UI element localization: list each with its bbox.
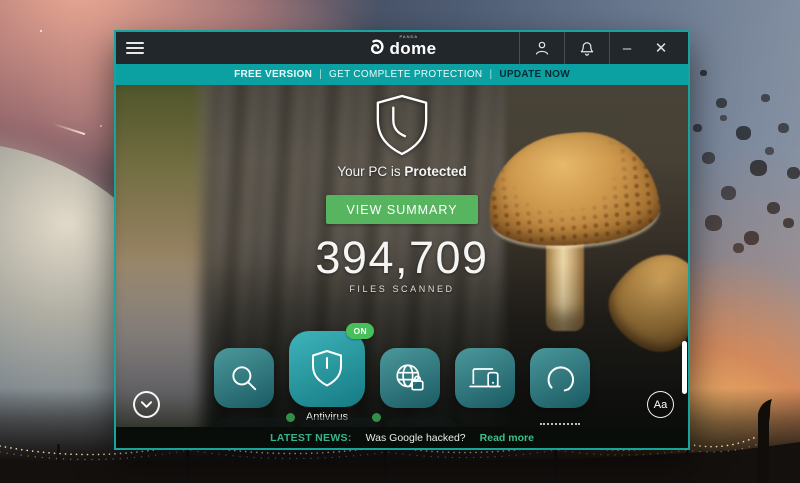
titlebar: PANDAdome – ✕	[116, 32, 688, 64]
magnifier-icon	[228, 362, 260, 394]
panda-swirl-icon	[368, 39, 385, 56]
chevron-down-icon	[140, 400, 153, 409]
shield-icon	[373, 93, 431, 157]
minimize-button[interactable]: –	[610, 40, 644, 57]
latest-news-bar: LATEST NEWS: Was Google hacked? Read mor…	[116, 427, 688, 448]
devices-icon	[468, 361, 502, 395]
shield-power-icon	[307, 348, 347, 390]
hidden-tile-top	[302, 417, 378, 427]
upgrade-banner[interactable]: FREE VERSION | GET COMPLETE PROTECTION |…	[116, 64, 688, 85]
globe-lock-icon	[393, 361, 427, 395]
app-title: PANDAdome	[390, 40, 437, 57]
window-controls: – ✕	[610, 32, 678, 64]
headset-icon	[543, 361, 577, 395]
main-content: Your PC is Protected VIEW SUMMARY 394,70…	[116, 85, 688, 427]
status-text: Your PC is Protected	[337, 164, 466, 179]
menu-hamburger-icon[interactable]	[126, 42, 144, 54]
on-dot	[286, 413, 295, 422]
news-headline: Was Google hacked?	[366, 432, 466, 444]
tile-my-devices[interactable]	[455, 348, 515, 408]
desktop-wallpaper: PANDAdome – ✕	[0, 0, 800, 483]
banner-promo-text: GET COMPLETE PROTECTION	[329, 69, 482, 80]
status-prefix: Your PC is	[337, 164, 404, 179]
brand-micro-text: PANDA	[400, 35, 418, 39]
hidden-tile-top	[386, 417, 456, 427]
notifications-button[interactable]	[565, 32, 609, 64]
tile-web-protection[interactable]	[380, 348, 440, 408]
banner-separator: |	[319, 69, 322, 80]
bell-icon	[578, 39, 596, 57]
titlebar-actions: – ✕	[519, 32, 678, 64]
files-scanned-label: FILES SCANNED	[349, 284, 454, 294]
feature-tile-row: ON Antivirus	[214, 331, 590, 423]
banner-free-version: FREE VERSION	[234, 69, 312, 80]
on-dot	[372, 413, 381, 422]
tile-antivirus[interactable]: ON	[289, 331, 365, 407]
tile-scan[interactable]	[214, 348, 274, 408]
next-row-tile-hints	[116, 413, 688, 427]
close-button[interactable]: ✕	[644, 39, 678, 57]
status-state: Protected	[404, 164, 466, 179]
update-now-link[interactable]: UPDATE NOW	[499, 69, 570, 80]
on-badge: ON	[346, 323, 374, 339]
hidden-tile-top	[216, 417, 292, 427]
scrollbar-thumb[interactable]	[682, 341, 687, 394]
banner-separator: |	[489, 69, 492, 80]
hidden-tile-dashed-top	[540, 423, 580, 425]
app-logo: PANDAdome	[368, 39, 437, 57]
account-button[interactable]	[520, 32, 564, 64]
text-size-button[interactable]: Aa	[647, 391, 674, 418]
latest-news-label: LATEST NEWS:	[270, 432, 352, 444]
view-summary-button[interactable]: VIEW SUMMARY	[326, 195, 478, 224]
scroll-down-button[interactable]	[133, 391, 160, 418]
protection-status-panel: Your PC is Protected VIEW SUMMARY 394,70…	[116, 85, 688, 294]
files-scanned-count: 394,709	[315, 233, 488, 283]
tile-support[interactable]	[530, 348, 590, 408]
read-more-link[interactable]: Read more	[480, 432, 534, 444]
tile-antivirus-wrap: ON Antivirus	[289, 331, 365, 423]
user-icon	[533, 39, 551, 57]
panda-dome-window: PANDAdome – ✕	[114, 30, 690, 450]
